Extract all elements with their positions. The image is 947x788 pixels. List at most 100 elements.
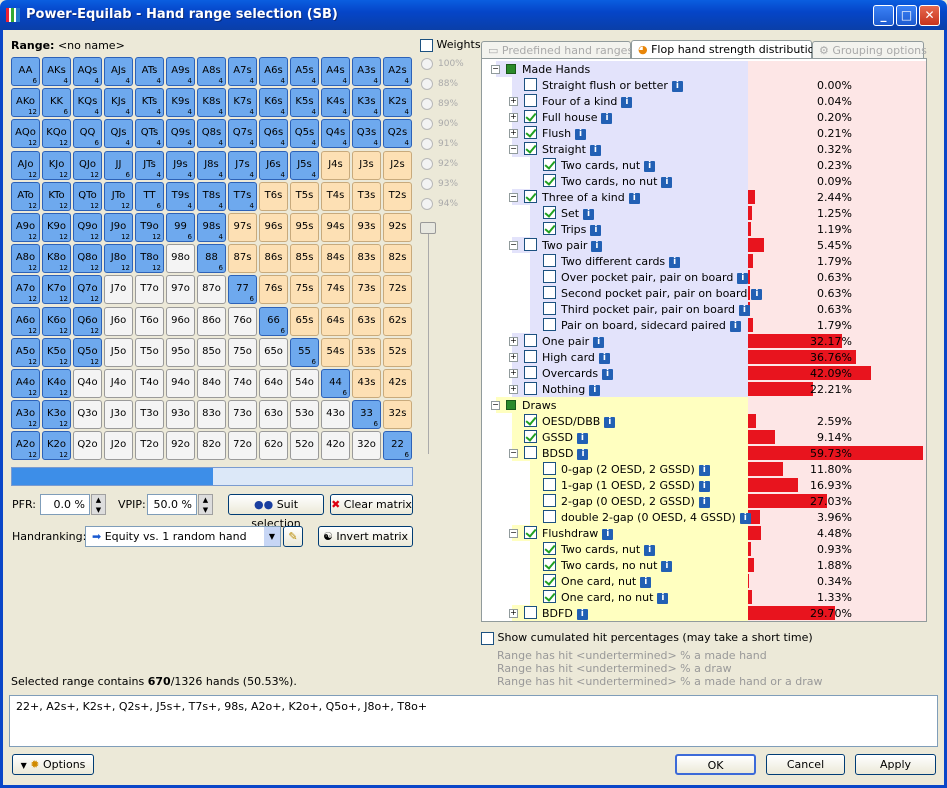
- apply-button[interactable]: Apply: [855, 754, 936, 775]
- minimize-button[interactable]: _: [873, 5, 894, 26]
- expander-icon[interactable]: −: [509, 449, 518, 458]
- row-checkbox[interactable]: [524, 446, 537, 459]
- matrix-cell[interactable]: 64o: [259, 369, 288, 398]
- matrix-cell[interactable]: JTo 12: [104, 181, 133, 211]
- expander-icon[interactable]: +: [509, 369, 518, 378]
- matrix-cell[interactable]: 72s: [383, 275, 412, 305]
- row-checkbox[interactable]: [543, 462, 556, 475]
- matrix-cell[interactable]: J9s 4: [166, 150, 195, 180]
- matrix-cell[interactable]: 84o: [197, 369, 226, 398]
- matrix-cell[interactable]: 64s: [321, 306, 350, 336]
- weights-toggle[interactable]: Weights: [420, 38, 481, 52]
- handranking-select[interactable]: ➡ Equity vs. 1 random hand: [85, 526, 281, 547]
- pfr-spinner[interactable]: ▲ ▼: [91, 494, 106, 515]
- matrix-cell[interactable]: 62s: [383, 306, 412, 336]
- matrix-cell[interactable]: Q6o 12: [73, 306, 102, 336]
- expander-icon[interactable]: −: [509, 529, 518, 538]
- info-icon[interactable]: i: [669, 256, 681, 268]
- matrix-cell[interactable]: ATs 4: [135, 57, 164, 86]
- matrix-cell[interactable]: KJo 12: [42, 150, 71, 180]
- matrix-cell[interactable]: 65s: [290, 306, 319, 336]
- weight-radio[interactable]: [421, 58, 433, 70]
- info-icon[interactable]: i: [593, 336, 605, 348]
- info-icon[interactable]: i: [698, 496, 710, 508]
- matrix-cell[interactable]: 42o: [321, 431, 350, 461]
- matrix-cell[interactable]: K6s 4: [259, 88, 288, 118]
- row-checkbox[interactable]: [524, 366, 537, 379]
- matrix-cell[interactable]: QJs 4: [104, 119, 133, 149]
- matrix-cell[interactable]: Q3s 4: [352, 119, 381, 149]
- maximize-button[interactable]: □: [896, 5, 917, 26]
- matrix-cell[interactable]: K9o 12: [42, 213, 71, 242]
- suit-selection-button[interactable]: ●● Suit selection: [228, 494, 324, 530]
- matrix-cell[interactable]: K7s 4: [228, 88, 257, 118]
- matrix-cell[interactable]: T3o: [135, 400, 164, 430]
- tree-row[interactable]: Set i 1.25%: [482, 205, 926, 221]
- row-checkbox[interactable]: [524, 110, 537, 123]
- matrix-cell[interactable]: Q8o 12: [73, 244, 102, 274]
- info-icon[interactable]: i: [628, 192, 640, 204]
- info-icon[interactable]: i: [671, 80, 683, 92]
- matrix-cell[interactable]: Q8s 4: [197, 119, 226, 149]
- row-checkbox[interactable]: [543, 254, 556, 267]
- expander-icon[interactable]: +: [509, 129, 518, 138]
- matrix-cell[interactable]: 97o: [166, 275, 195, 305]
- matrix-cell[interactable]: 53s: [352, 337, 381, 367]
- matrix-cell[interactable]: A2o 12: [11, 431, 40, 461]
- matrix-cell[interactable]: 76o: [228, 306, 257, 336]
- matrix-cell[interactable]: J2o: [104, 431, 133, 461]
- info-icon[interactable]: i: [583, 208, 595, 220]
- matrix-cell[interactable]: Q7o 12: [73, 275, 102, 305]
- matrix-cell[interactable]: 42s: [383, 369, 412, 398]
- matrix-cell[interactable]: A3s 4: [352, 57, 381, 86]
- tree-row[interactable]: 2-gap (0 OESD, 2 GSSD) i 27.03%: [482, 493, 926, 509]
- row-checkbox[interactable]: [524, 334, 537, 347]
- row-checkbox[interactable]: [543, 590, 556, 603]
- matrix-cell[interactable]: J3o: [104, 400, 133, 430]
- weight-radio[interactable]: [421, 158, 433, 170]
- weight-radio[interactable]: [421, 138, 433, 150]
- matrix-cell[interactable]: T6s: [259, 181, 288, 211]
- matrix-cell[interactable]: K2o 12: [42, 431, 71, 461]
- matrix-cell[interactable]: KQs 4: [73, 88, 102, 118]
- weight-slider-track[interactable]: [428, 222, 438, 454]
- row-checkbox[interactable]: [524, 126, 537, 139]
- row-checkbox[interactable]: [524, 382, 537, 395]
- info-icon[interactable]: i: [589, 384, 601, 396]
- info-icon[interactable]: i: [589, 144, 601, 156]
- matrix-cell[interactable]: 66 6: [259, 306, 288, 336]
- row-checkbox[interactable]: [543, 158, 556, 171]
- tree-row[interactable]: Two cards, no nut i 1.88%: [482, 557, 926, 573]
- range-slider[interactable]: [11, 467, 413, 486]
- row-checkbox[interactable]: [524, 430, 537, 443]
- info-icon[interactable]: i: [729, 320, 741, 332]
- matrix-cell[interactable]: K8o 12: [42, 244, 71, 274]
- matrix-cell[interactable]: T2o: [135, 431, 164, 461]
- matrix-cell[interactable]: 52s: [383, 337, 412, 367]
- matrix-cell[interactable]: 94o: [166, 369, 195, 398]
- matrix-cell[interactable]: K4o 12: [42, 369, 71, 398]
- matrix-cell[interactable]: 62o: [259, 431, 288, 461]
- tree-row[interactable]: Over pocket pair, pair on board i 0.63%: [482, 269, 926, 285]
- tree-row[interactable]: OESD/DBB i 2.59%: [482, 413, 926, 429]
- tree-row[interactable]: + Flush i 0.21%: [482, 125, 926, 141]
- matrix-cell[interactable]: T9o 12: [135, 213, 164, 242]
- tab-grouping[interactable]: ⚙ Grouping options: [812, 41, 927, 59]
- row-checkbox[interactable]: [543, 558, 556, 571]
- cancel-button[interactable]: Cancel: [766, 754, 845, 775]
- info-icon[interactable]: i: [698, 480, 710, 492]
- matrix-cell[interactable]: 94s: [321, 213, 350, 242]
- tree-row[interactable]: − BDSD i 59.73%: [482, 445, 926, 461]
- tree-row[interactable]: 0-gap (2 OESD, 2 GSSD) i 11.80%: [482, 461, 926, 477]
- matrix-cell[interactable]: T3s: [352, 181, 381, 211]
- matrix-cell[interactable]: 22 6: [383, 431, 412, 461]
- matrix-cell[interactable]: 77 6: [228, 275, 257, 305]
- matrix-cell[interactable]: 43s: [352, 369, 381, 398]
- matrix-cell[interactable]: T5s: [290, 181, 319, 211]
- row-checkbox[interactable]: [524, 350, 537, 363]
- info-icon[interactable]: i: [590, 224, 602, 236]
- matrix-cell[interactable]: 84s: [321, 244, 350, 274]
- info-icon[interactable]: i: [576, 608, 588, 620]
- matrix-cell[interactable]: 98s 4: [197, 213, 226, 242]
- matrix-cell[interactable]: 74o: [228, 369, 257, 398]
